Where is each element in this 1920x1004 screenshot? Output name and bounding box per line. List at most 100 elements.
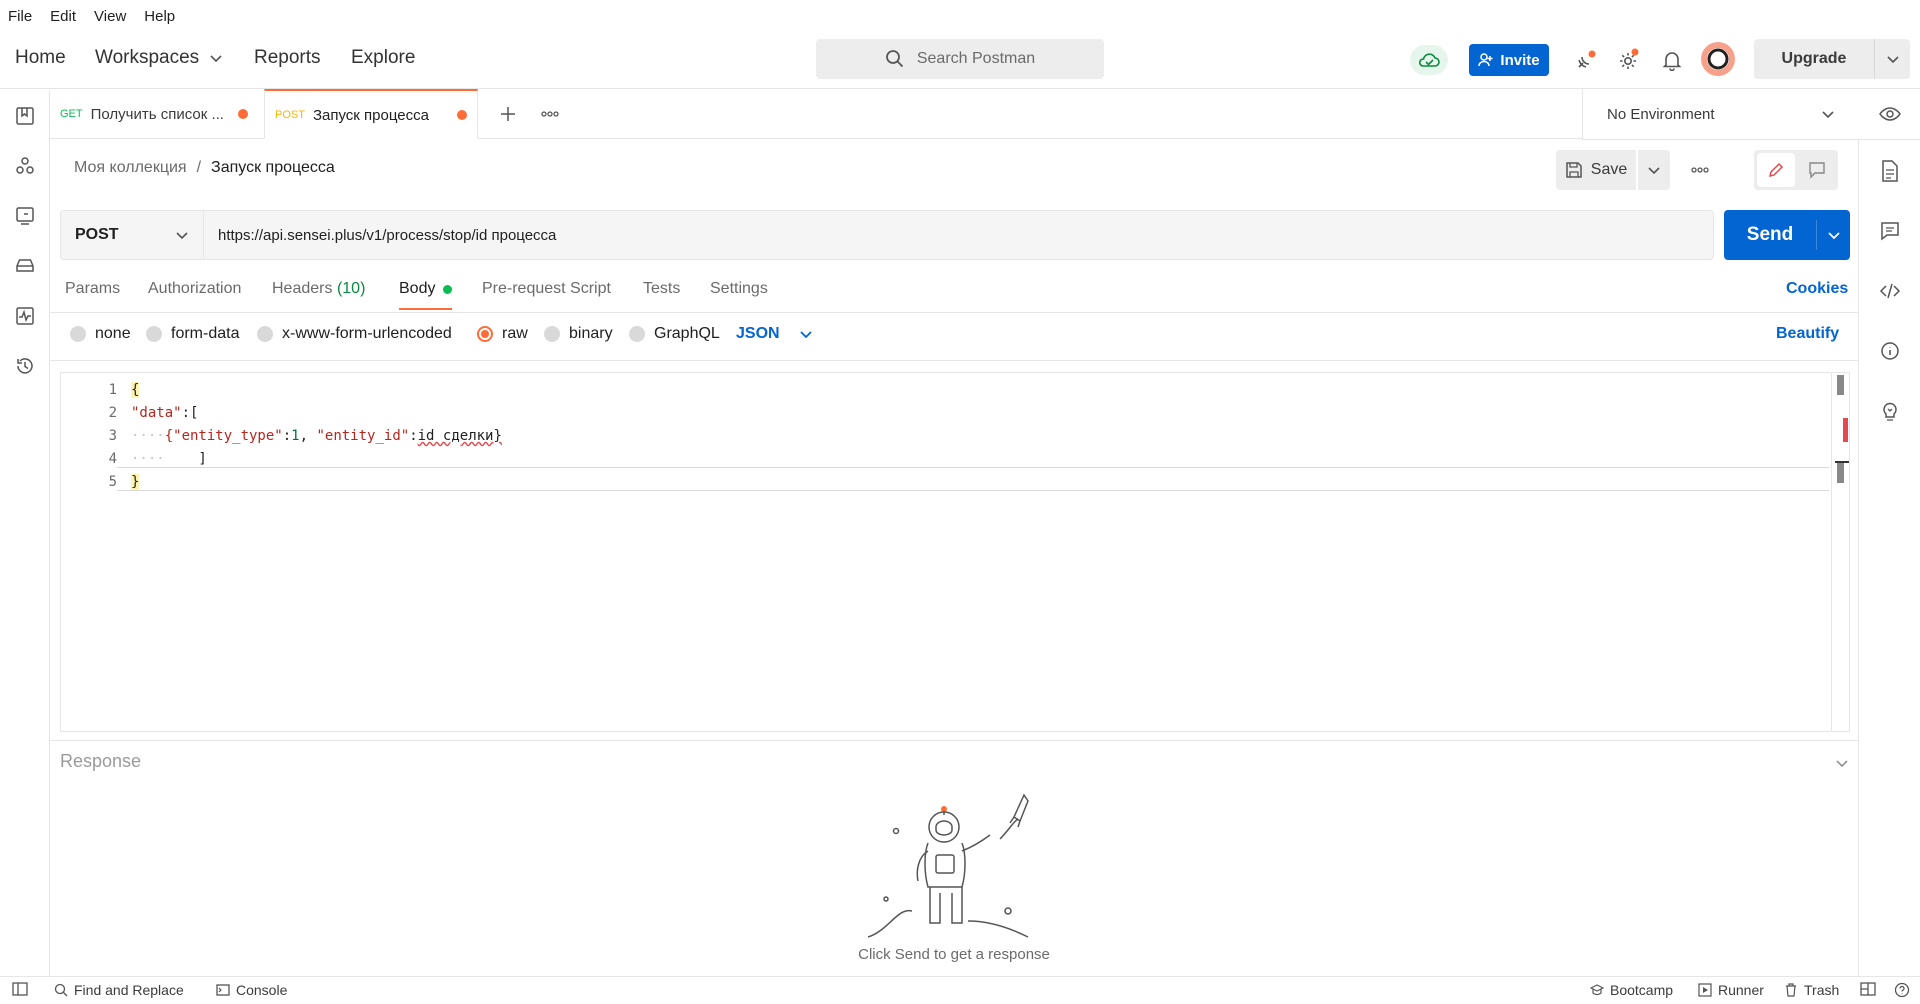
history-button[interactable]	[9, 350, 41, 382]
body-type-raw[interactable]: raw	[477, 325, 528, 343]
nav-workspaces-label: Workspaces	[95, 47, 200, 68]
bootcamp-button[interactable]: Bootcamp	[1590, 982, 1673, 998]
line-number: 1	[108, 382, 117, 398]
chevron-down-icon[interactable]	[1875, 52, 1910, 66]
tab-get-request[interactable]: GET Получить список ...	[50, 89, 264, 139]
collections-icon	[15, 106, 35, 126]
comments-button[interactable]	[1873, 214, 1907, 248]
body-status-dot-icon	[443, 285, 453, 294]
send-button[interactable]: Send	[1724, 210, 1850, 260]
menu-help[interactable]: Help	[144, 8, 175, 25]
nav-explore-label: Explore	[351, 47, 416, 68]
breadcrumb-request[interactable]: Запуск процесса	[211, 159, 335, 177]
code-line-1: {	[131, 382, 140, 398]
body-format-select[interactable]: JSON	[736, 325, 813, 343]
response-collapse-button[interactable]	[1830, 751, 1854, 775]
sync-status-button[interactable]	[1410, 45, 1448, 75]
url-input[interactable]: https://api.sensei.plus/v1/process/stop/…	[204, 210, 1714, 260]
tab-settings[interactable]: Settings	[710, 280, 768, 298]
response-title[interactable]: Response	[60, 751, 141, 772]
environments-button[interactable]	[9, 200, 41, 232]
add-user-icon	[1478, 52, 1494, 68]
code-editor[interactable]: 1 2 3 4 5 { "data":[ ····{"entity_type":…	[60, 372, 1850, 732]
request-options-button[interactable]	[1684, 154, 1716, 186]
nav-explore[interactable]: Explore	[351, 47, 415, 69]
cookies-link[interactable]: Cookies	[1786, 280, 1848, 298]
json-punct: :	[282, 428, 292, 444]
upgrade-button[interactable]: Upgrade	[1754, 39, 1910, 79]
apis-button[interactable]	[9, 150, 41, 182]
menu-file[interactable]: File	[8, 8, 32, 25]
console-button[interactable]: Console	[216, 982, 287, 998]
mock-servers-button[interactable]	[9, 250, 41, 282]
body-type-label: none	[95, 325, 131, 342]
collections-button[interactable]	[9, 100, 41, 132]
radio-icon	[257, 326, 273, 342]
runner-button[interactable]: Runner	[1698, 982, 1764, 998]
nav-workspaces[interactable]: Workspaces	[95, 47, 223, 69]
comment-mode-button[interactable]	[1798, 153, 1836, 187]
menu-bar: File Edit View Help	[0, 0, 1920, 33]
body-type-graphql[interactable]: GraphQL	[629, 325, 720, 343]
method-select[interactable]: POST	[60, 210, 204, 260]
tab-headers-label: Headers	[272, 280, 333, 297]
tab-headers[interactable]: Headers (10)	[272, 280, 365, 298]
indent-guide: ····	[131, 451, 165, 467]
two-pane-view-button[interactable]	[1860, 982, 1876, 996]
monitor-icon	[15, 306, 35, 326]
info-button[interactable]	[1873, 334, 1907, 368]
tab-body[interactable]: Body	[399, 280, 453, 310]
tab-options-button[interactable]	[534, 98, 566, 130]
body-type-none[interactable]: none	[70, 325, 131, 343]
info-icon	[1880, 341, 1900, 361]
tab-authorization[interactable]: Authorization	[148, 280, 241, 298]
body-type-label: raw	[502, 325, 528, 342]
send-options-button[interactable]	[1817, 210, 1850, 260]
body-format-label: JSON	[736, 325, 780, 342]
tab-params[interactable]: Params	[65, 280, 120, 298]
environment-quick-look-button[interactable]	[1873, 98, 1907, 130]
left-sidebar	[0, 90, 50, 976]
menu-view[interactable]: View	[94, 8, 126, 25]
find-replace-button[interactable]: Find and Replace	[54, 982, 184, 998]
tab-method: POST	[275, 109, 305, 121]
documentation-button[interactable]	[1873, 154, 1907, 188]
save-button[interactable]: Save	[1556, 150, 1636, 190]
json-key: {"entity_type"	[164, 428, 283, 444]
monitors-button[interactable]	[9, 300, 41, 332]
notifications-button[interactable]	[1656, 44, 1688, 76]
status-bar: Find and Replace Console Bootcamp Runner…	[0, 976, 1920, 1004]
toggle-sidebar-button[interactable]	[12, 982, 28, 996]
trash-button[interactable]: Trash	[1784, 982, 1839, 998]
beautify-button[interactable]: Beautify	[1776, 325, 1839, 343]
nav-home[interactable]: Home	[15, 47, 66, 69]
radio-selected-icon	[477, 326, 493, 342]
settings-button[interactable]	[1612, 44, 1644, 76]
save-options-button[interactable]	[1638, 150, 1670, 190]
search-bar[interactable]: Search Postman	[816, 39, 1104, 79]
environment-select[interactable]: No Environment	[1583, 89, 1859, 139]
line-number: 4	[108, 451, 117, 467]
code-snippet-button[interactable]	[1873, 274, 1907, 308]
invite-button[interactable]: Invite	[1469, 44, 1549, 76]
tab-prerequest-script[interactable]: Pre-request Script	[482, 280, 611, 298]
avatar[interactable]	[1701, 42, 1735, 76]
satellite-button[interactable]	[1570, 44, 1602, 76]
breadcrumb-collection[interactable]: Моя коллекция	[74, 159, 187, 177]
editor-scrollbar-thumb[interactable]	[1837, 375, 1844, 395]
tab-tests[interactable]: Tests	[643, 280, 680, 298]
new-tab-button[interactable]	[492, 98, 524, 130]
comment-icon	[1880, 221, 1900, 241]
body-type-urlencoded[interactable]: x-www-form-urlencoded	[257, 325, 452, 343]
tab-post-request[interactable]: POST Запуск процесса	[264, 89, 478, 139]
edit-mode-button[interactable]	[1757, 153, 1795, 187]
satellite-icon	[1574, 48, 1598, 72]
cloud-check-icon	[1417, 51, 1441, 69]
suggestions-button[interactable]	[1873, 394, 1907, 428]
menu-edit[interactable]: Edit	[50, 8, 76, 25]
body-type-form-data[interactable]: form-data	[146, 325, 239, 343]
help-button[interactable]	[1894, 982, 1910, 998]
body-type-binary[interactable]: binary	[544, 325, 613, 343]
nav-reports[interactable]: Reports	[254, 47, 321, 69]
response-empty-message: Click Send to get a response	[858, 946, 1050, 963]
